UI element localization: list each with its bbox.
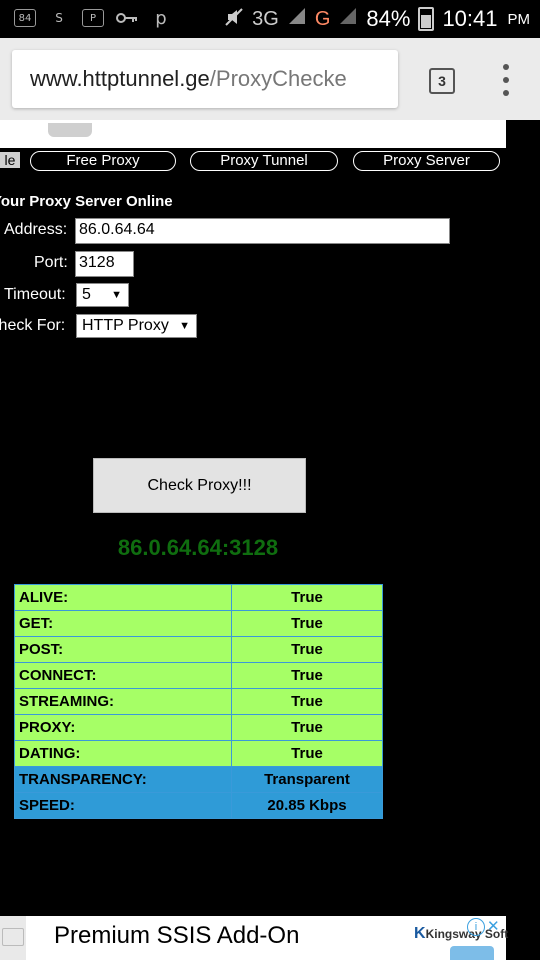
check-for-value: HTTP Proxy (82, 317, 169, 334)
battery-icon (418, 7, 435, 31)
nav-proxy-server[interactable]: Proxy Server (353, 151, 500, 171)
address-input[interactable]: 86.0.64.64 (75, 218, 450, 244)
port-input[interactable]: 3128 (75, 251, 134, 277)
timeout-value: 5 (82, 286, 91, 303)
result-label: DATING: (14, 740, 232, 767)
mute-icon (224, 7, 244, 32)
carrier-g: G (314, 7, 331, 30)
results-table: ALIVE: True GET: True POST: True CONNECT: True S… (14, 584, 383, 819)
table-row: CONNECT: True (14, 662, 383, 689)
status-right: 3G G 84% 10:41 PM (224, 6, 530, 32)
result-label: STREAMING: (14, 688, 232, 715)
notification-icons: 84 S P p (14, 7, 172, 29)
table-row: GET: True (14, 610, 383, 637)
ad-close-icon[interactable]: ✕ (487, 917, 500, 935)
signal-icon (287, 6, 307, 32)
result-value: True (231, 714, 383, 741)
url-text[interactable]: www.httptunnel.ge/ProxyChecke (12, 66, 347, 92)
header-image (48, 123, 92, 137)
clock-ampm: PM (507, 10, 531, 28)
chevron-down-icon: ▼ (111, 289, 122, 301)
ad-title[interactable]: Premium SSIS Add-On (54, 922, 299, 950)
tab-switcher-button[interactable]: 3 (429, 68, 455, 94)
table-row: POST: True (14, 636, 383, 663)
notification-count-icon: 84 (14, 9, 36, 27)
ad-info-icon[interactable]: i (467, 918, 485, 936)
browser-toolbar: www.httptunnel.ge/ProxyChecke 3 (0, 38, 540, 120)
site-nav: le Free Proxy Proxy Tunnel Proxy Server (0, 150, 540, 174)
port-label: Port: (34, 254, 68, 271)
result-value: True (231, 662, 383, 689)
nav-item-cut-off[interactable]: le (0, 152, 20, 168)
result-value: True (231, 636, 383, 663)
result-label: GET: (14, 610, 232, 637)
result-label: TRANSPARENCY: (14, 766, 232, 793)
timeout-select[interactable]: 5 ▼ (76, 283, 129, 307)
clock: 10:41 (442, 6, 498, 31)
table-row: SPEED: 20.85 Kbps (14, 792, 383, 819)
result-value: True (231, 740, 383, 767)
key-icon (116, 8, 138, 28)
result-label: ALIVE: (14, 584, 232, 611)
form-title: Your Proxy Server Online (0, 193, 173, 210)
url-domain: www.httptunnel.ge (30, 66, 210, 91)
result-value: True (231, 584, 383, 611)
result-label: SPEED: (14, 792, 232, 819)
table-row: DATING: True (14, 740, 383, 767)
page-header (0, 120, 506, 148)
ad-action-button[interactable] (450, 946, 494, 960)
url-path: /ProxyChecke (209, 66, 347, 91)
s-app-icon: S (55, 11, 63, 25)
result-label: PROXY: (14, 714, 232, 741)
check-for-select[interactable]: HTTP Proxy ▼ (76, 314, 197, 338)
address-label: Address: (4, 221, 68, 238)
result-value: True (231, 688, 383, 715)
nav-free-proxy[interactable]: Free Proxy (30, 151, 176, 171)
check-for-label: Check For: (0, 317, 66, 334)
url-bar[interactable]: www.httptunnel.ge/ProxyChecke (12, 50, 398, 108)
table-row: PROXY: True (14, 714, 383, 741)
check-proxy-button[interactable]: Check Proxy!!! (93, 458, 306, 513)
result-address: 86.0.64.64:3128 (117, 535, 279, 560)
image-icon (2, 928, 24, 946)
table-row: TRANSPARENCY: Transparent (14, 766, 383, 793)
ad-side-panel (0, 916, 26, 960)
result-label: POST: (14, 636, 232, 663)
table-row: ALIVE: True (14, 584, 383, 611)
signal-icon-2 (338, 6, 358, 32)
battery-percent: 84% (366, 6, 411, 31)
p-app-icon: P (82, 9, 104, 27)
table-row: STREAMING: True (14, 688, 383, 715)
ad-banner[interactable]: Premium SSIS Add-On KKingsway Soft i ✕ (26, 916, 508, 960)
result-label: CONNECT: (14, 662, 232, 689)
status-bar: 84 S P p 3G G 84% 10:41 PM (0, 0, 540, 38)
chevron-down-icon: ▼ (179, 320, 190, 332)
result-value: Transparent (231, 766, 383, 793)
nav-proxy-tunnel[interactable]: Proxy Tunnel (190, 151, 338, 171)
network-type: 3G (252, 7, 279, 30)
overflow-menu-icon[interactable] (498, 64, 514, 96)
page-edge (506, 120, 540, 920)
result-value: True (231, 610, 383, 637)
result-value: 20.85 Kbps (231, 792, 383, 819)
timeout-label: Timeout: (4, 286, 66, 303)
pinterest-icon: p (155, 7, 167, 29)
